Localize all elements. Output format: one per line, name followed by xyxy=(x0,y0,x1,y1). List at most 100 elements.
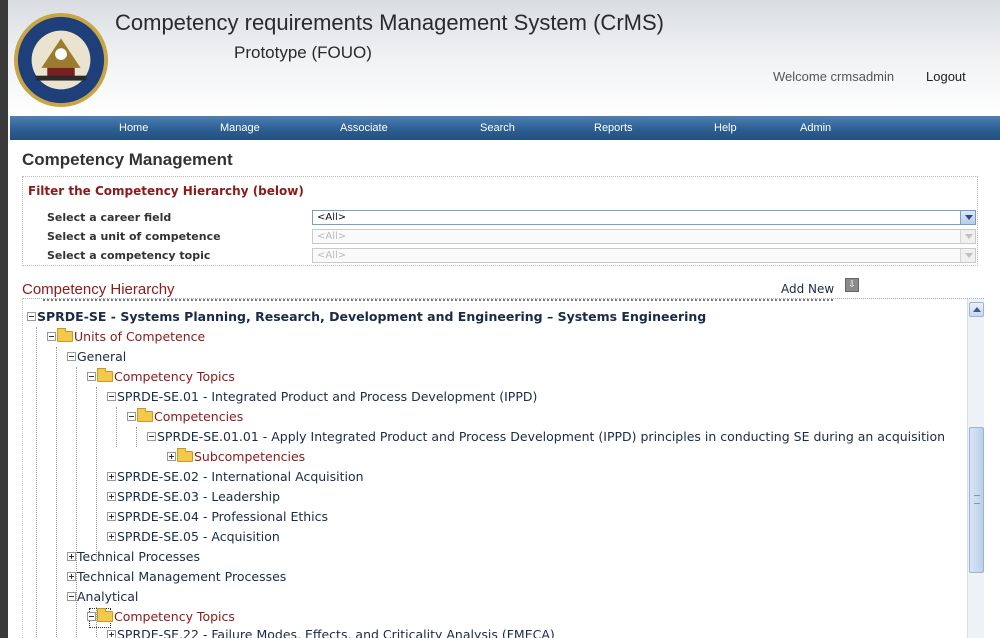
unit-of-competence-select[interactable]: <All> xyxy=(312,229,976,244)
tree-node-analytical[interactable]: Analytical xyxy=(67,587,138,607)
tree-node-technical-processes[interactable]: Technical Processes xyxy=(67,547,200,567)
tree-node-label: SPRDE-SE.01.01 - Apply Integrated Produc… xyxy=(157,429,946,444)
tree-node-label: SPRDE-SE.05 - Acquisition xyxy=(117,529,280,544)
career-field-label: Select a career field xyxy=(47,211,172,224)
folder-icon xyxy=(97,368,113,382)
folder-icon xyxy=(57,328,73,342)
expand-icon[interactable] xyxy=(107,532,116,541)
dau-seal-logo xyxy=(13,12,109,108)
tree-node-se01[interactable]: SPRDE-SE.01 - Integrated Product and Pro… xyxy=(107,387,537,407)
nav-home[interactable]: Home xyxy=(119,122,148,134)
unit-of-competence-label: Select a unit of competence xyxy=(47,230,221,243)
tree-node-label: General xyxy=(77,349,127,364)
folder-icon xyxy=(97,608,113,622)
tree-node-technical-management[interactable]: Technical Management Processes xyxy=(67,567,286,587)
tree-node-label: Competencies xyxy=(154,409,244,424)
nav-reports[interactable]: Reports xyxy=(594,122,633,134)
add-new-link[interactable]: Add New xyxy=(781,282,834,296)
tree-node-label: SPRDE-SE.22 - Failure Modes, Effects, an… xyxy=(117,627,555,638)
tree-node-se0101[interactable]: SPRDE-SE.01.01 - Apply Integrated Produc… xyxy=(147,427,945,447)
logout-link[interactable]: Logout xyxy=(926,69,966,84)
tree-node-label: SPRDE-SE.04 - Professional Ethics xyxy=(117,509,329,524)
nav-search[interactable]: Search xyxy=(480,122,515,134)
chevron-down-icon[interactable] xyxy=(960,211,975,224)
nav-manage[interactable]: Manage xyxy=(220,122,260,134)
chevron-down-icon[interactable] xyxy=(960,230,975,243)
tree-node-label: Technical Processes xyxy=(77,549,200,564)
tree-node-label: Subcompetencies xyxy=(194,449,306,464)
expand-icon[interactable] xyxy=(107,492,116,501)
career-field-value: <All> xyxy=(317,212,347,223)
tree-cut-row xyxy=(43,299,833,301)
collapse-icon[interactable] xyxy=(67,592,76,601)
app-subtitle: Prototype (FOUO) xyxy=(234,43,372,62)
filter-panel: Filter the Competency Hierarchy (below) … xyxy=(22,176,978,266)
tree-node-label: SPRDE-SE - Systems Planning, Research, D… xyxy=(37,309,707,324)
tree-node-se03[interactable]: SPRDE-SE.03 - Leadership xyxy=(107,487,280,507)
tree-node-se05[interactable]: SPRDE-SE.05 - Acquisition xyxy=(107,527,280,547)
expand-icon[interactable] xyxy=(107,512,116,521)
folder-icon xyxy=(137,408,153,422)
tree-node-label: SPRDE-SE.02 - International Acquisition xyxy=(117,469,364,484)
tree-node-units[interactable]: Units of Competence xyxy=(47,327,205,347)
welcome-text: Welcome crmsadmin xyxy=(773,69,895,84)
competency-tree: SPRDE-SE - Systems Planning, Research, D… xyxy=(22,298,984,638)
app-title: Competency requirements Management Syste… xyxy=(115,10,664,35)
tree-node-general[interactable]: General xyxy=(67,347,126,367)
chevron-down-icon[interactable] xyxy=(960,249,975,262)
collapse-icon[interactable] xyxy=(107,392,116,401)
expand-icon[interactable] xyxy=(167,452,176,461)
page: Competency requirements Management Syste… xyxy=(8,0,1000,638)
main-nav: Home Manage Associate Search Reports Hel… xyxy=(10,116,1000,140)
hierarchy-title: Competency Hierarchy xyxy=(22,281,175,298)
collapse-icon[interactable] xyxy=(87,612,96,621)
tree-node-label: Competency Topics xyxy=(114,369,235,384)
expand-icon[interactable] xyxy=(67,552,76,561)
tree-line xyxy=(36,327,37,638)
collapse-icon[interactable] xyxy=(147,432,156,441)
competency-topic-label: Select a competency topic xyxy=(47,249,211,262)
tree-node-analytical-topics[interactable]: Competency Topics xyxy=(87,607,235,627)
collapse-icon[interactable] xyxy=(87,372,96,381)
header: Competency requirements Management Syste… xyxy=(8,0,1000,116)
tree-node-competencies[interactable]: Competencies xyxy=(127,407,243,427)
collapse-icon[interactable] xyxy=(27,312,36,321)
expand-icon[interactable] xyxy=(107,472,116,481)
tree-node-se22[interactable]: SPRDE-SE.22 - Failure Modes, Effects, an… xyxy=(107,625,555,638)
tree-node-label: Units of Competence xyxy=(74,329,206,344)
scroll-thumb[interactable] xyxy=(969,427,984,573)
tree-node-career-field[interactable]: SPRDE-SE - Systems Planning, Research, D… xyxy=(27,307,706,327)
collapse-icon[interactable] xyxy=(127,412,136,421)
folder-icon xyxy=(177,448,193,462)
filter-title: Filter the Competency Hierarchy (below) xyxy=(28,184,304,198)
nav-help[interactable]: Help xyxy=(714,122,737,134)
unit-of-competence-value: <All> xyxy=(317,231,347,242)
tree-node-competency-topics[interactable]: Competency Topics xyxy=(87,367,235,387)
tree-node-label: Competency Topics xyxy=(114,609,235,624)
tree-node-label: Technical Management Processes xyxy=(77,569,287,584)
collapse-icon[interactable] xyxy=(47,332,56,341)
scroll-up-arrow-icon[interactable] xyxy=(969,302,984,317)
tree-node-label: SPRDE-SE.01 - Integrated Product and Pro… xyxy=(117,389,538,404)
tree-node-subcompetencies[interactable]: Subcompetencies xyxy=(167,447,305,467)
tree-scrollbar[interactable] xyxy=(967,299,984,638)
competency-topic-select[interactable]: <All> xyxy=(312,248,976,263)
nav-admin[interactable]: Admin xyxy=(800,122,831,134)
tree-node-se02[interactable]: SPRDE-SE.02 - International Acquisition xyxy=(107,467,364,487)
tree-line xyxy=(56,347,57,638)
tree-line xyxy=(96,387,97,559)
collapse-icon[interactable] xyxy=(67,352,76,361)
expand-icon[interactable] xyxy=(107,630,116,638)
tree-content: SPRDE-SE - Systems Planning, Research, D… xyxy=(23,299,968,638)
tree-node-label: SPRDE-SE.03 - Leadership xyxy=(117,489,281,504)
tree-node-se04[interactable]: SPRDE-SE.04 - Professional Ethics xyxy=(107,507,328,527)
career-field-select[interactable]: <All> xyxy=(312,210,976,225)
expand-icon[interactable] xyxy=(67,572,76,581)
tree-line xyxy=(136,427,137,447)
competency-topic-value: <All> xyxy=(317,250,347,261)
nav-associate[interactable]: Associate xyxy=(340,122,388,134)
tree-node-label: Analytical xyxy=(77,589,139,604)
tree-line xyxy=(116,407,117,447)
page-title: Competency Management xyxy=(22,150,233,169)
add-new-icon[interactable]: ⇩ xyxy=(845,278,859,292)
